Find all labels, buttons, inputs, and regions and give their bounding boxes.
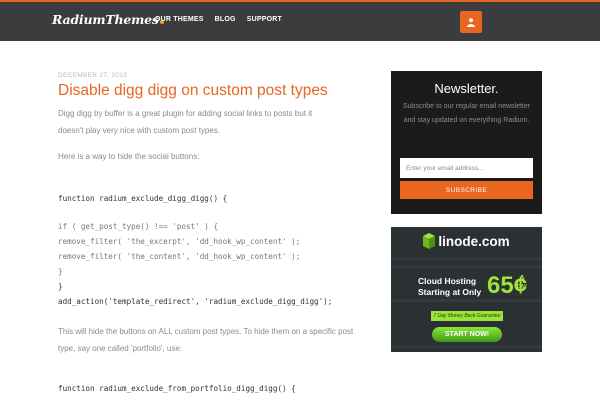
newsletter-widget: Newsletter. Subscribe to our regular ema…: [391, 71, 542, 214]
nav-support[interactable]: SUPPORT: [247, 16, 282, 23]
nav-our-themes[interactable]: OUR THEMES: [155, 16, 204, 23]
ad-a: A: [518, 273, 526, 283]
code-line: }: [58, 282, 63, 291]
code-line: remove_filter( 'the_excerpt', 'dd_hook_w…: [58, 237, 301, 246]
code-line: function radium_exclude_digg_digg() {: [58, 194, 228, 203]
nav-blog[interactable]: BLOG: [215, 16, 236, 23]
ad-price-unit: A DAY: [517, 274, 527, 292]
code-line: }: [58, 267, 63, 276]
ad-tagline: Cloud Hosting Starting at Only: [418, 276, 488, 298]
user-account-button[interactable]: [460, 11, 482, 33]
subscribe-button[interactable]: SUBSCRIBE: [400, 181, 533, 199]
ad-guarantee: 7 Day Money Back Guarantee: [431, 311, 503, 321]
newsletter-description: Subscribe to our regular email newslette…: [402, 103, 531, 124]
code-line: if ( get_post_type() !== 'post' ) {: [58, 222, 219, 231]
code-line: add_action('template_redirect', 'radium_…: [58, 297, 333, 306]
code-line: function radium_exclude_from_portfolio_d…: [58, 384, 296, 393]
main-nav: OUR THEMES BLOG SUPPORT: [155, 16, 282, 23]
email-input[interactable]: [400, 158, 533, 178]
linode-ad-banner[interactable]: linode.com Cloud Hosting Starting at Onl…: [391, 227, 542, 352]
newsletter-title: Newsletter.: [434, 81, 499, 96]
ad-line-2: Starting at Only: [418, 287, 482, 297]
post-after-code: This will hide the buttons on ALL custom…: [58, 327, 354, 353]
site-logo[interactable]: RadiumThemes: [52, 12, 164, 32]
linode-brand: linode.com: [391, 233, 542, 249]
ad-day: DAY: [517, 284, 528, 290]
logo-text: RadiumThemes: [52, 12, 159, 27]
code-line: remove_filter( 'the_content', 'dd_hook_w…: [58, 252, 301, 261]
user-icon: [467, 17, 475, 27]
top-header: RadiumThemes OUR THEMES BLOG SUPPORT: [0, 0, 600, 41]
ad-line-1: Cloud Hosting: [418, 276, 477, 286]
ad-start-now-button[interactable]: START NOW!: [432, 327, 502, 342]
post-howto: Here is a way to hide the social buttons…: [58, 152, 200, 161]
post-title[interactable]: Disable digg digg on custom post types: [58, 82, 328, 100]
post-intro: Digg digg by buffer is a great plugin fo…: [58, 109, 313, 135]
linode-brand-text: linode.com: [438, 233, 510, 249]
post-date: DECEMBER 27, 2013: [58, 72, 128, 79]
linode-logo-icon: [423, 233, 436, 249]
